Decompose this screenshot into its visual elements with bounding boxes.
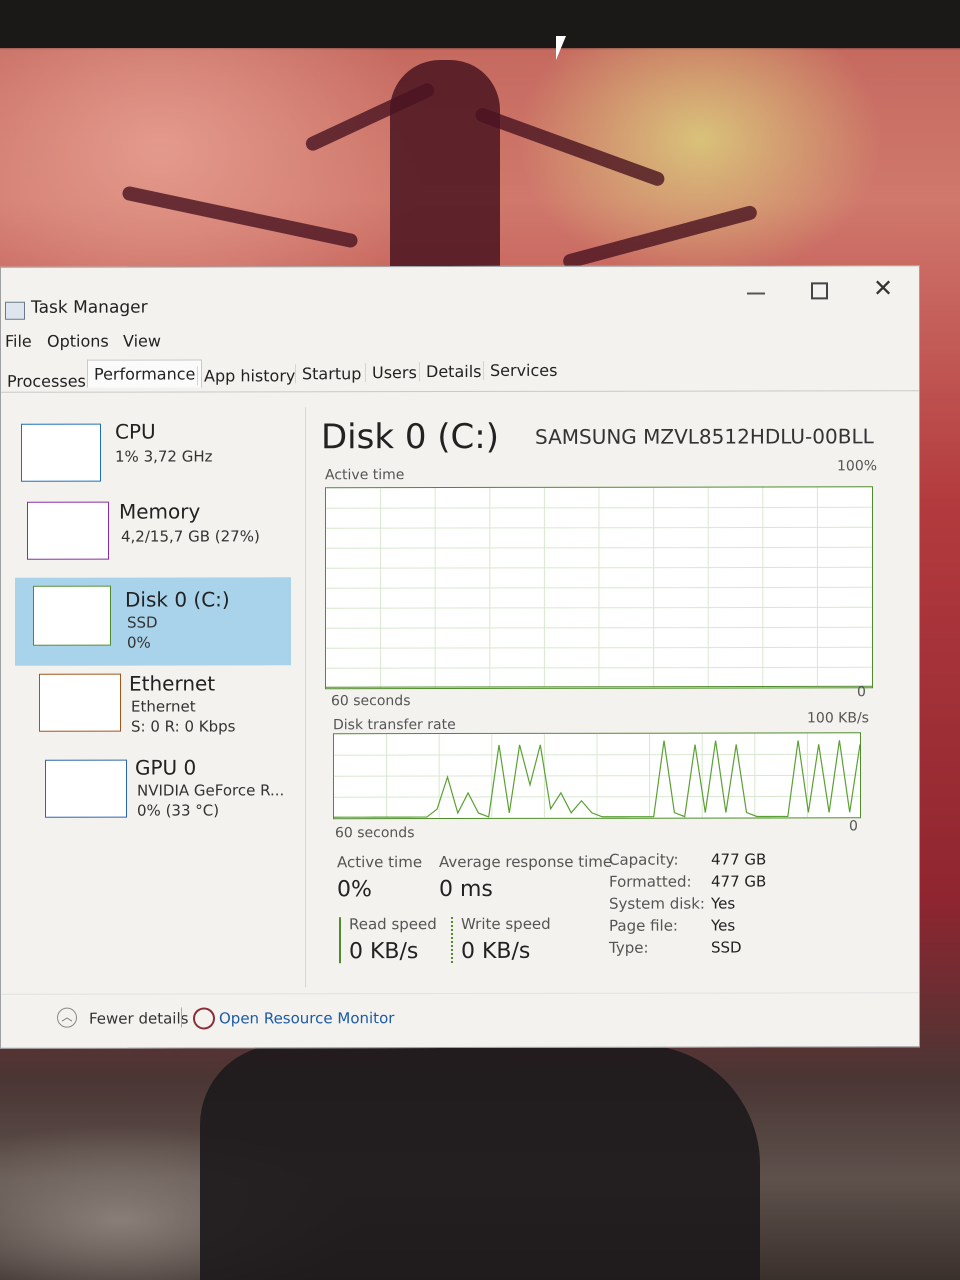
grid-line	[326, 606, 872, 609]
active-time-line	[326, 685, 872, 688]
close-button[interactable]: ✕	[873, 274, 893, 302]
resource-title: GPU 0	[135, 755, 197, 780]
tab-details[interactable]: Details	[419, 361, 482, 382]
task-manager-window: Task Manager ✕ File Options View Process…	[0, 265, 920, 1049]
tab-services[interactable]: Services	[483, 360, 558, 380]
transfer-rate-graph-max: 100 KB/s	[807, 710, 869, 727]
menu-file[interactable]: File	[5, 332, 32, 351]
active-time-grid	[326, 487, 872, 689]
resource-list: CPU 1% 3,72 GHz Memory 4,2/15,7 GB (27%)…	[15, 407, 291, 987]
wallpaper-dark-figure	[200, 1045, 760, 1280]
capacity-key: Capacity:	[609, 850, 679, 869]
active-time-label: Active time	[337, 853, 423, 872]
tab-app-history[interactable]: App history	[197, 366, 296, 386]
active-time-graph-label: Active time	[325, 467, 405, 484]
grid-line	[326, 646, 872, 649]
menu-options[interactable]: Options	[47, 332, 109, 351]
disk-model: SAMSUNG MZVL8512HDLU-00BLL	[535, 424, 874, 449]
tab-performance[interactable]: Performance	[87, 359, 203, 388]
resource-title: CPU	[115, 419, 156, 444]
resource-disk[interactable]: Disk 0 (C:) SSD 0%	[15, 577, 291, 666]
resource-detail: 4,2/15,7 GB (27%)	[121, 527, 260, 546]
grid-line	[334, 774, 860, 777]
tab-startup[interactable]: Startup	[295, 364, 362, 384]
response-time-label: Average response time	[439, 852, 613, 872]
cpu-sparkline	[21, 423, 101, 482]
tab-processes[interactable]: Processes	[7, 372, 86, 391]
read-speed-value: 0 KB/s	[349, 939, 419, 965]
resource-usage: 0% (33 °C)	[137, 801, 220, 820]
active-time-value: 0%	[337, 877, 372, 903]
grid-line	[326, 626, 872, 629]
open-resource-monitor-link[interactable]: Open Resource Monitor	[219, 1009, 394, 1027]
chevron-up-icon[interactable]: ︿	[57, 1007, 77, 1028]
tab-users[interactable]: Users	[365, 363, 417, 383]
transfer-rate-graph-label: Disk transfer rate	[333, 717, 456, 734]
transfer-rate-graph	[333, 732, 861, 820]
gpu-sparkline	[45, 759, 127, 818]
footer-divider	[1, 992, 919, 995]
detail-title: Disk 0 (C:)	[321, 416, 500, 458]
maximize-button[interactable]	[811, 282, 828, 300]
tab-underline	[1, 390, 919, 393]
transfer-rate-graph-min: 0	[849, 818, 858, 835]
grid-line	[326, 546, 872, 549]
monitor-bezel	[0, 0, 960, 48]
ethernet-sparkline	[39, 673, 121, 732]
transfer-rate-plot	[334, 733, 860, 819]
formatted-value: 477 GB	[711, 872, 767, 891]
type-key: Type:	[609, 938, 649, 957]
resource-monitor-icon	[193, 1007, 215, 1030]
write-speed-label: Write speed	[461, 914, 551, 933]
grid-line	[326, 586, 872, 589]
fewer-details-button[interactable]: Fewer details	[89, 1009, 188, 1027]
active-time-graph	[325, 486, 873, 690]
active-time-graph-span: 60 seconds	[331, 693, 411, 710]
grid-line	[334, 795, 860, 798]
title-bar[interactable]: Task Manager ✕	[1, 266, 919, 320]
resource-detail: Ethernet	[131, 697, 196, 716]
resource-title: Memory	[119, 499, 201, 524]
resource-gpu[interactable]: GPU 0 NVIDIA GeForce R... 0% (33 °C)	[15, 755, 291, 843]
resource-title: Disk 0 (C:)	[125, 587, 230, 612]
footer-separator	[181, 1007, 182, 1028]
resource-ethernet[interactable]: Ethernet Ethernet S: 0 R: 0 Kbps	[15, 669, 291, 757]
system-disk-value: Yes	[711, 894, 736, 913]
page-file-key: Page file:	[609, 916, 678, 935]
transfer-rate-graph-span: 60 seconds	[335, 825, 415, 842]
tab-bar: Processes Performance App history Startu…	[1, 359, 919, 392]
write-speed-indicator	[451, 917, 455, 964]
resource-title: Ethernet	[129, 671, 216, 696]
system-disk-key: System disk:	[609, 894, 705, 913]
resource-detail: 1% 3,72 GHz	[115, 447, 213, 466]
grid-line	[326, 506, 872, 509]
grid-line	[326, 566, 872, 569]
resource-detail: NVIDIA GeForce R...	[137, 781, 285, 800]
grid-line	[326, 526, 872, 529]
minimize-button[interactable]	[747, 292, 765, 295]
memory-sparkline	[27, 501, 109, 560]
task-manager-icon	[5, 301, 25, 320]
mouse-cursor-icon	[556, 36, 566, 60]
active-time-graph-min: 0	[857, 684, 866, 701]
resource-cpu[interactable]: CPU 1% 3,72 GHz	[15, 417, 291, 505]
resource-usage: 0%	[127, 633, 151, 652]
read-speed-label: Read speed	[349, 915, 437, 934]
read-speed-indicator	[339, 917, 341, 964]
type-value: SSD	[711, 938, 742, 957]
page-file-value: Yes	[711, 916, 736, 935]
resource-detail: SSD	[127, 613, 158, 632]
capacity-value: 477 GB	[711, 850, 767, 869]
write-speed-value: 0 KB/s	[461, 938, 531, 964]
grid-line	[326, 666, 872, 669]
disk-sparkline	[33, 585, 111, 646]
grid-line	[334, 753, 860, 756]
pane-divider[interactable]	[305, 407, 306, 988]
formatted-key: Formatted:	[609, 872, 692, 891]
active-time-graph-max: 100%	[837, 458, 878, 475]
resource-usage: S: 0 R: 0 Kbps	[131, 717, 236, 736]
response-time-value: 0 ms	[439, 876, 493, 903]
window-title: Task Manager	[31, 297, 148, 318]
menu-view[interactable]: View	[123, 332, 161, 351]
